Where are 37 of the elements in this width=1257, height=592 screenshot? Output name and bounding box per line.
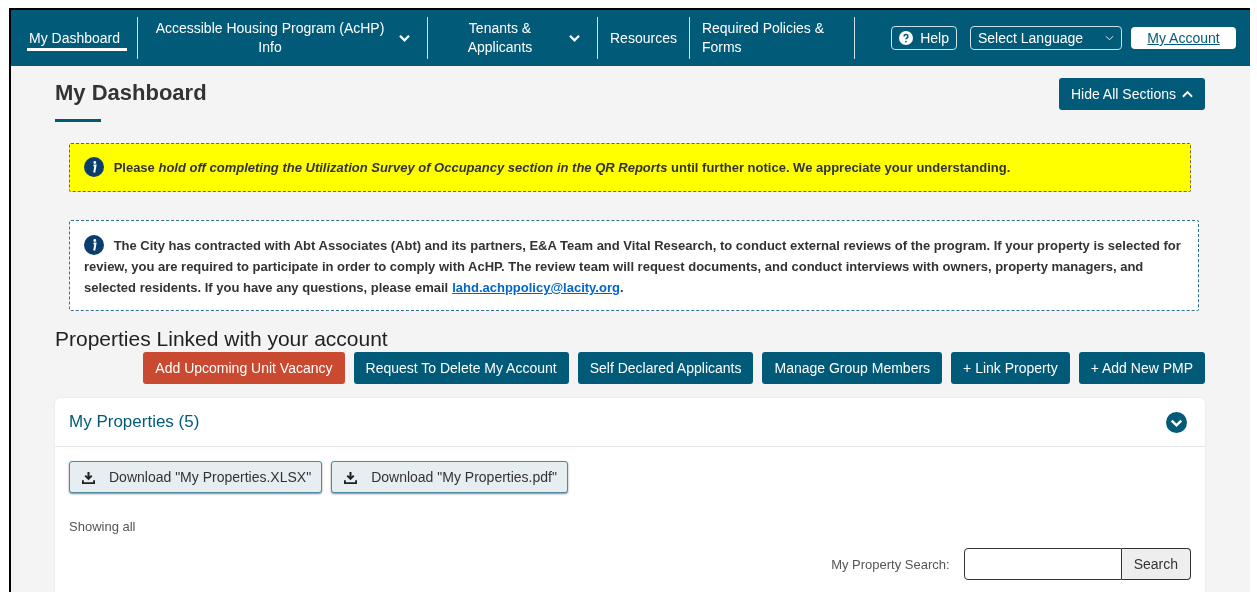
action-button[interactable]: Add Upcoming Unit Vacancy (143, 352, 345, 384)
page-title: My Dashboard (55, 80, 207, 106)
download-icon (344, 470, 358, 484)
nav-link[interactable]: Tenants & Applicants (438, 19, 562, 57)
action-button[interactable]: Request To Delete My Account (353, 352, 569, 384)
email-link[interactable]: lahd.achppolicy@lacity.org (452, 280, 620, 295)
info-icon (84, 235, 104, 255)
language-select[interactable]: Select Language (970, 26, 1122, 50)
action-button[interactable]: + Link Property (951, 352, 1070, 384)
search-field[interactable] (963, 548, 1122, 580)
showing-text: Showing all (69, 519, 137, 534)
chevron-up-icon (1182, 90, 1193, 98)
chevron-down-icon[interactable] (568, 33, 581, 43)
account-link[interactable]: My Account (1131, 27, 1236, 49)
hide-sections-button[interactable]: Hide All Sections (1058, 78, 1205, 110)
notice-text: Please hold off completing the Utilization Survey of Occupancy section in the QR Reports until further notice. We appreciate your understanding. (84, 157, 1176, 178)
search-button[interactable]: Search (1121, 548, 1191, 580)
caret-icon (1105, 35, 1114, 41)
nav-link[interactable]: Accessible Housing Program (AcHP) Info (148, 19, 392, 57)
nav-link[interactable]: My Dashboard (27, 25, 127, 51)
action-button[interactable]: + Add New PMP (1078, 352, 1205, 384)
help-button[interactable]: Help (891, 26, 957, 50)
nav-link[interactable]: Required Policies & Forms (699, 19, 844, 57)
search-label: My Property Search: (831, 556, 950, 572)
info-icon (84, 157, 104, 177)
download-button[interactable]: Download "My Properties.XLSX" (69, 461, 323, 493)
section-title: Properties Linked with your account (55, 327, 389, 351)
chevron-down-icon[interactable] (398, 33, 411, 43)
download-icon (82, 470, 95, 484)
download-button[interactable]: Download "My Properties.pdf" (331, 461, 568, 493)
card-title: My Properties (5) (69, 412, 200, 432)
question-icon (899, 31, 914, 45)
collapse-toggle-icon[interactable] (1166, 411, 1187, 433)
action-button[interactable]: Manage Group Members (762, 352, 943, 384)
nav-link[interactable]: Resources (608, 28, 679, 48)
action-button[interactable]: Self Declared Applicants (577, 352, 754, 384)
notice-text: The City has contracted with Abt Associates (Abt) and its partners, E&A Team and Vital Research, to conduct external reviews of the program. If your property is selected for review, you are required to participate in order to comply with AcHP. The review team will request documents, and conduct interviews with owners, property managers, and selected residents. If you have any questions, please email lahd.achppolicy@lacity.org. (84, 235, 1184, 298)
